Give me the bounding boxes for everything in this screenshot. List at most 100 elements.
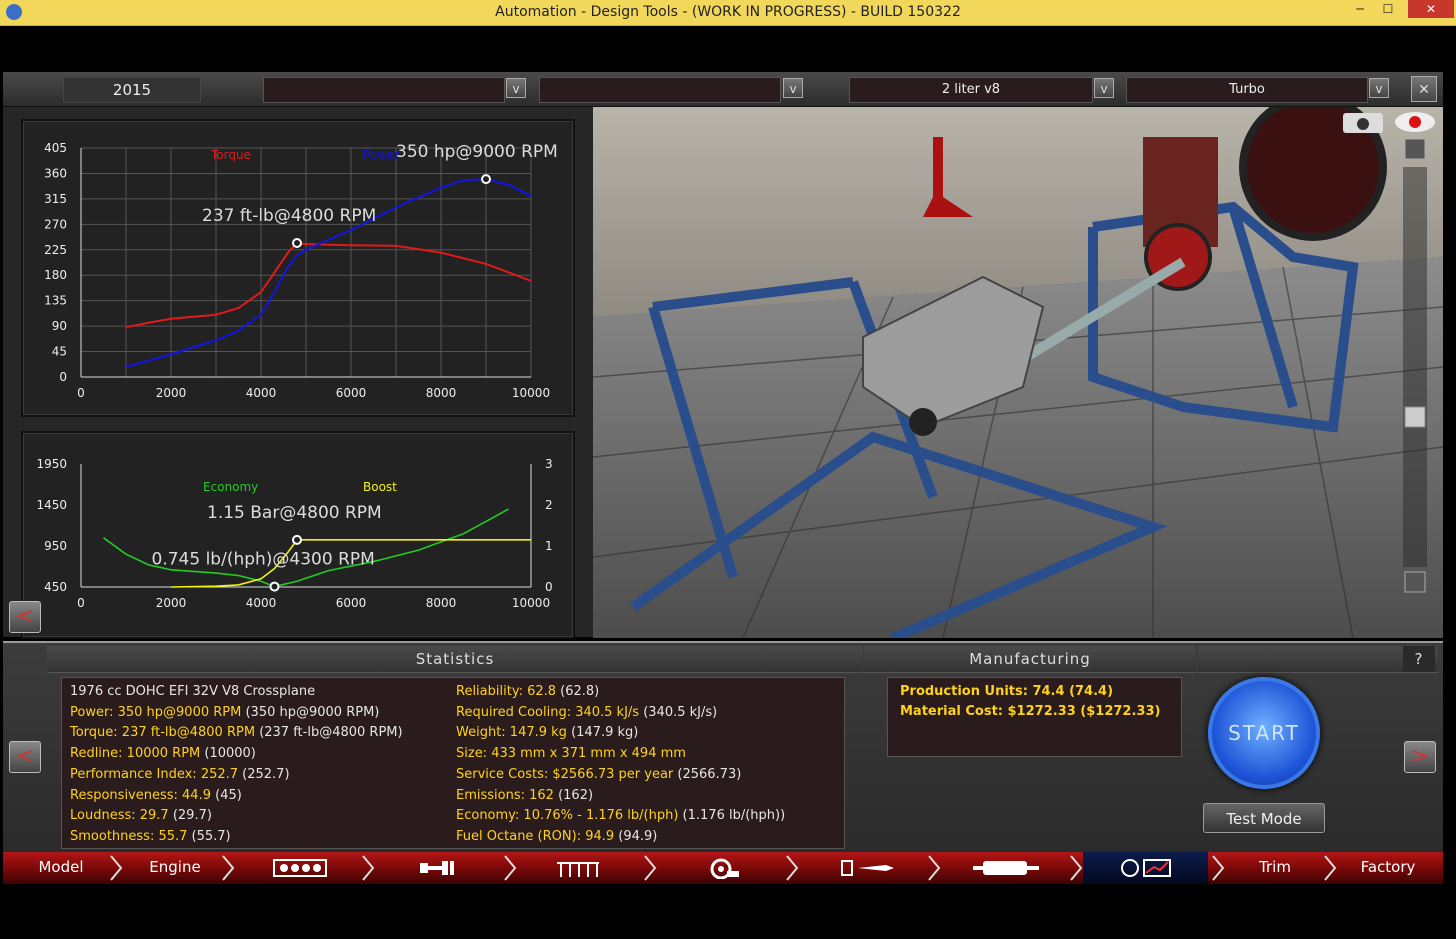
aspiration-select[interactable]: Turbo	[1126, 77, 1368, 103]
peak-annotation: 1.15 Bar@4800 RPM	[207, 503, 382, 523]
window-title: Automation - Design Tools - (WORK IN PRO…	[495, 4, 961, 20]
nav-heads-icon[interactable]	[548, 852, 608, 884]
peak-annotation: 350 hp@9000 RPM	[396, 142, 558, 162]
stat-original-value: (162)	[553, 787, 594, 803]
garage-scene	[593, 107, 1443, 638]
nav-chevron-icon	[928, 855, 941, 881]
stat-label: Economy: 10.76% - 1.176 lb/(hph)	[456, 808, 679, 824]
nav-turbo-icon[interactable]	[693, 852, 753, 884]
x-tick-label: 10000	[512, 596, 550, 610]
engine-selector-bar: 2015 v v 2 liter v8 v Turbo v ✕	[3, 72, 1443, 107]
engine-family-select[interactable]: 2 liter v8	[849, 77, 1093, 103]
aspiration-dropdown-button[interactable]: v	[1369, 78, 1389, 98]
variant-dropdown-button[interactable]: v	[783, 78, 803, 98]
close-window-button[interactable]: ✕	[1408, 0, 1454, 18]
stat-line: Economy: 10.76% - 1.176 lb/(hph) (1.176 …	[456, 808, 785, 823]
charts-panel: 0 45 90 135 180 225 270 315 360 405 0 2000 4000 6000 8…	[3, 107, 593, 639]
stat-original-value: (10000)	[200, 746, 256, 762]
stat-line: 1976 cc DOHC EFI 32V V8 Crossplane	[70, 684, 315, 699]
stat-label: Service Costs: $2566.73 per year	[456, 766, 674, 782]
peak-marker	[292, 237, 302, 248]
stat-line: Service Costs: $2566.73 per year (2566.7…	[456, 767, 741, 782]
stat-label: Size: 433 mm x 371 mm x 494 mm	[456, 746, 686, 762]
torque-power-chart-svg: 0 45 90 135 180 225 270 315 360 405 0 2000 4000 6000 8…	[44, 141, 558, 400]
stat-label: Loudness: 29.7	[70, 808, 169, 824]
nav-block-icon[interactable]	[265, 852, 335, 884]
statistics-panel: Statistics Manufacturing ? 1976 cc DOHC …	[3, 641, 1443, 853]
family-select[interactable]	[263, 77, 505, 103]
torque-power-chart: 0 45 90 135 180 225 270 315 360 405 0 2000 4000 6000 8…	[21, 119, 575, 417]
nav-chevron-icon	[362, 855, 375, 881]
stat-original-value: (94.9)	[614, 828, 658, 844]
stat-line: Required Cooling: 340.5 kJ/s (340.5 kJ/s…	[456, 705, 717, 720]
minimize-button[interactable]: ─	[1345, 0, 1375, 18]
nav-exhaust-icon[interactable]	[968, 852, 1043, 884]
y-tick-label: 135	[44, 294, 67, 308]
stat-original-value: (350 hp@9000 RPM)	[241, 704, 380, 720]
stat-line: Fuel Octane (RON): 94.9 (94.9)	[456, 829, 657, 844]
x-tick-label: 8000	[426, 596, 457, 610]
x-tick-label: 2000	[156, 386, 187, 400]
x-tick-label: 10000	[512, 386, 550, 400]
maximize-button[interactable]: ☐	[1373, 0, 1403, 18]
y-tick-label: 90	[52, 319, 67, 333]
stat-line: Emissions: 162 (162)	[456, 788, 593, 803]
nav-engine[interactable]: Engine	[125, 852, 225, 884]
collapse-charts-button[interactable]: <	[9, 601, 41, 633]
series-line-torque	[125, 241, 532, 329]
nav-factory[interactable]: Factory	[1343, 852, 1433, 884]
nav-chevron-icon	[786, 855, 799, 881]
x-tick-label: 4000	[246, 386, 277, 400]
x-tick-label: 0	[77, 596, 85, 610]
stat-label: Smoothness: 55.7	[70, 828, 188, 844]
stat-line: Smoothness: 55.7 (55.7)	[70, 829, 231, 844]
y-right-tick-label: 1	[545, 539, 553, 553]
y-right-tick-label: 0	[545, 580, 553, 594]
prev-stats-button[interactable]: <	[9, 741, 41, 773]
engine-3d-viewport[interactable]	[593, 107, 1443, 638]
stat-line: Size: 433 mm x 371 mm x 494 mm	[456, 746, 686, 761]
stat-label: Responsiveness: 44.9	[70, 787, 211, 803]
stat-original-value: (45)	[210, 787, 242, 803]
x-tick-label: 2000	[156, 596, 187, 610]
legend-economy: Economy	[203, 480, 258, 494]
nav-chevron-icon	[644, 855, 657, 881]
next-stats-button[interactable]: >	[1404, 741, 1436, 773]
y-left-tick-label: 450	[44, 580, 67, 594]
stat-label: Reliability: 62.8	[456, 684, 557, 699]
stat-original-value: (55.7)	[187, 828, 231, 844]
stat-label: Power: 350 hp@9000 RPM	[70, 704, 242, 720]
family-dropdown-button[interactable]: v	[506, 78, 526, 98]
economy-boost-chart-svg: 450 950 1450 1950 0 1 2 3 0 2000 4000 6000 8000 10000…	[36, 457, 553, 610]
test-mode-button[interactable]: Test Mode	[1203, 803, 1325, 833]
stat-line: Weight: 147.9 kg (147.9 kg)	[456, 725, 638, 740]
nav-test-bench-icon[interactable]	[1083, 852, 1208, 884]
close-panel-button[interactable]: ✕	[1411, 76, 1437, 102]
nav-chevron-icon	[222, 855, 235, 881]
year-field: 2015	[63, 77, 201, 103]
nav-chevron-icon	[1212, 855, 1225, 881]
stat-line: Loudness: 29.7 (29.7)	[70, 808, 212, 823]
nav-crankshaft-icon[interactable]	[408, 852, 468, 884]
help-button[interactable]: ?	[1403, 646, 1435, 673]
y-tick-label: 360	[44, 166, 67, 180]
nav-model[interactable]: Model	[11, 852, 111, 884]
variant-select[interactable]	[539, 77, 781, 103]
y-tick-label: 180	[44, 268, 67, 282]
stat-label: Weight: 147.9 kg	[456, 725, 567, 741]
stat-original-value: (340.5 kJ/s)	[639, 704, 718, 720]
engine-family-dropdown-button[interactable]: v	[1094, 78, 1114, 98]
production-units: Production Units: 74.4 (74.4)	[900, 684, 1114, 699]
nav-trim[interactable]: Trim	[1235, 852, 1315, 884]
y-tick-label: 315	[44, 192, 67, 206]
nav-chevron-icon	[110, 855, 123, 881]
peak-annotation: 237 ft-lb@4800 RPM	[202, 206, 376, 226]
legend-boost: Boost	[363, 480, 397, 494]
stat-line: Redline: 10000 RPM (10000)	[70, 746, 256, 761]
start-button[interactable]: START	[1208, 677, 1320, 789]
stat-original-value: (2566.73)	[673, 766, 742, 782]
help-header	[1198, 646, 1438, 673]
stat-original-value: (252.7)	[238, 766, 290, 782]
stat-original-value: (29.7)	[168, 808, 212, 824]
nav-fuel-icon[interactable]	[833, 852, 903, 884]
